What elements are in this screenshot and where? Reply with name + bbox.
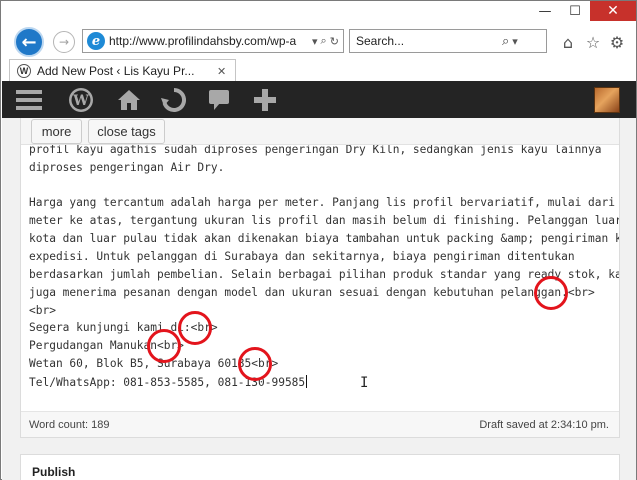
minimize-button[interactable]: — [530,1,560,21]
title-bar: — ☐ ✕ [1,1,636,25]
comments-icon[interactable] [204,81,234,118]
home-icon[interactable] [114,81,144,118]
highlight-circle [238,347,272,381]
quicktags-toolbar: more close tags [21,118,619,145]
tab-bar: W Add New Post ‹ Lis Kayu Pr... ✕ [1,59,636,82]
text-line: kota dan luar pulau tidak akan dikenakan… [29,232,619,245]
gear-icon[interactable]: ⚙ [606,31,628,53]
home-icon[interactable]: ⌂ [557,31,579,53]
tab-add-new-post[interactable]: W Add New Post ‹ Lis Kayu Pr... ✕ [9,59,236,82]
tab-title: Add New Post ‹ Lis Kayu Pr... [37,64,195,78]
close-icon[interactable]: ✕ [217,65,226,78]
text-cursor [306,375,308,388]
text-line: meter ke atas, tergantung ukuran lis pro… [29,214,619,227]
address-dropdown-icon[interactable]: ▾ [312,35,318,48]
draft-saved-status: Draft saved at 2:34:10 pm. [479,419,609,431]
maximize-button[interactable]: ☐ [560,1,590,21]
highlight-circle [534,276,568,310]
close-tags-button[interactable]: close tags [88,119,165,144]
text-line: Harga yang tercantum adalah harga per me… [29,196,619,209]
post-content-textarea[interactable]: profil kayu agathis sudah diproses penge… [21,145,619,411]
highlight-circle [178,311,212,345]
search-box[interactable]: ⌕ ▾ [349,29,547,53]
wp-admin-bar: W [2,81,636,118]
page-content: more close tags profil kayu agathis suda… [2,118,636,480]
ibeam-cursor-icon: I [360,375,369,391]
avatar[interactable] [594,87,620,113]
refresh-icon[interactable]: ↻ [330,35,339,48]
menu-icon[interactable] [14,81,44,118]
ie-logo-icon: e [87,32,105,50]
search-address-icon[interactable]: ⌕ [321,34,327,48]
search-icon[interactable]: ⌕ [502,34,509,49]
text-line: expedisi. Untuk pelanggan di Surabaya da… [29,250,575,263]
url-text[interactable]: http://www.profilindahsby.com/wp-a [109,34,309,48]
highlight-circle [147,329,181,363]
back-arrow-icon[interactable]: ← [14,27,44,57]
new-content-icon[interactable] [250,81,280,118]
more-button[interactable]: more [31,119,82,144]
favorites-star-icon[interactable]: ☆ [582,31,604,53]
publish-box-title: Publish [32,465,76,479]
wordpress-favicon-icon: W [17,64,31,78]
forward-arrow-icon[interactable]: → [53,31,75,53]
svg-text:W: W [72,93,89,109]
editor-status-bar: Word count: 189 Draft saved at 2:34:10 p… [21,411,619,437]
word-count: Word count: 189 [29,419,110,431]
updates-icon[interactable] [158,81,190,118]
search-input[interactable] [350,34,500,48]
publish-box: Publish [20,454,620,480]
text-line: berdasarkan jumlah pembelian. Selain ber… [29,268,619,281]
text-line: diproses pengeringan Air Dry. [29,161,225,174]
close-window-button[interactable]: ✕ [590,1,636,21]
address-bar[interactable]: e http://www.profilindahsby.com/wp-a ▾ ⌕… [82,29,344,53]
text-line: profil kayu agathis sudah diproses penge… [29,145,602,156]
wordpress-logo-icon[interactable]: W [66,81,96,118]
text-line: <br> [29,304,56,317]
search-dropdown-icon[interactable]: ▾ [512,35,518,48]
text-line: juga menerima pesanan dengan model dan u… [29,286,595,299]
browser-window: — ☐ ✕ ← → e http://www.profilindahsby.co… [0,0,637,480]
navigation-bar: ← → e http://www.profilindahsby.com/wp-a… [1,25,636,59]
post-editor: more close tags profil kayu agathis suda… [20,118,620,438]
